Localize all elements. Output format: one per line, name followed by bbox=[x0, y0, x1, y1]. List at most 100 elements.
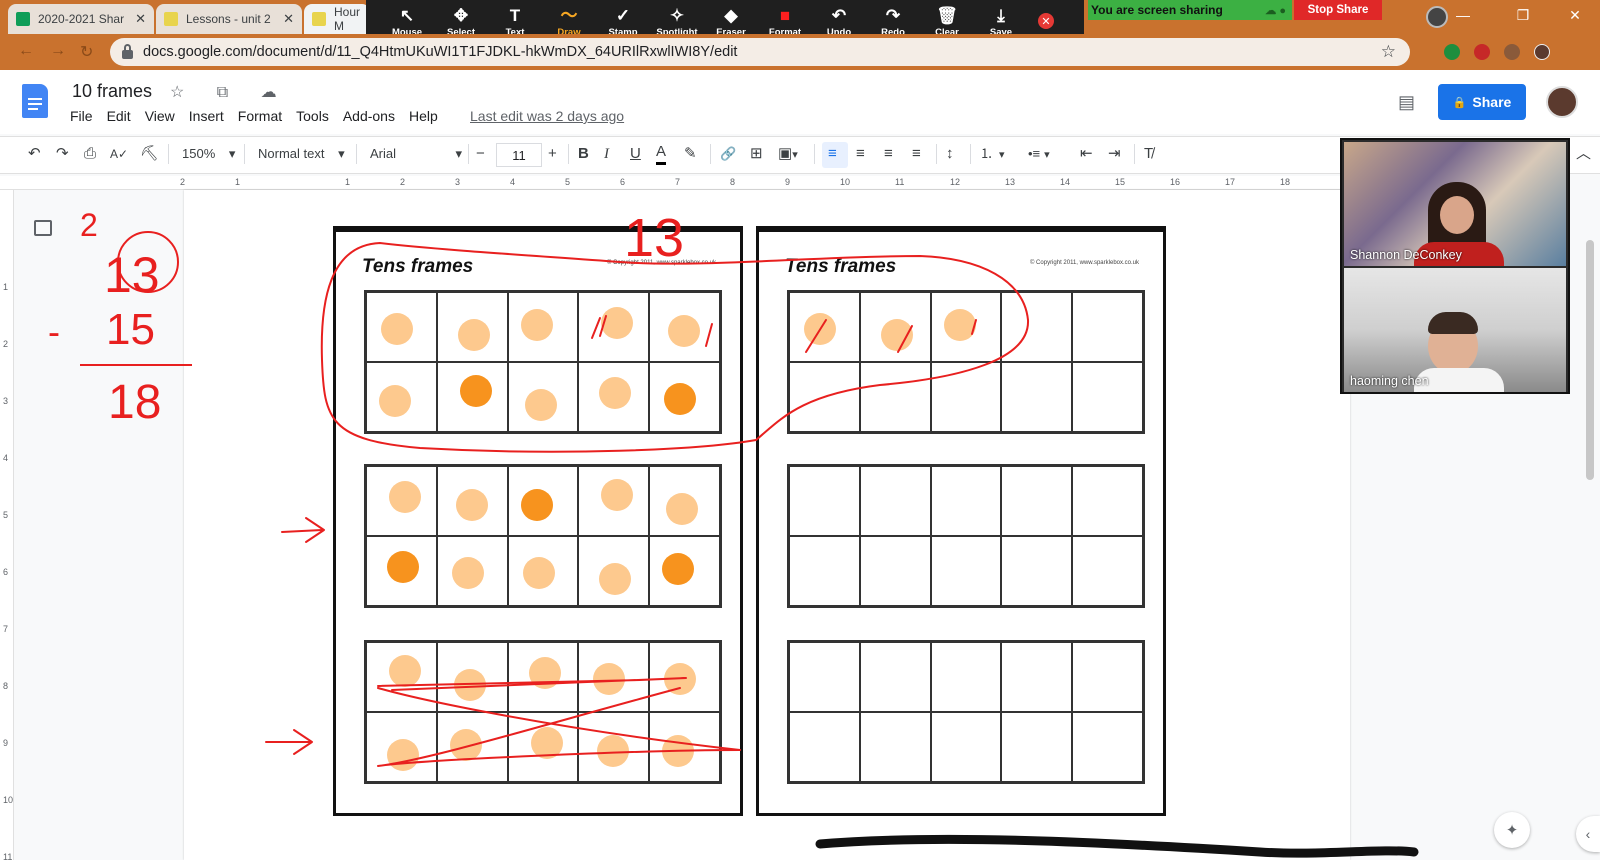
ten-frame-cell bbox=[649, 712, 720, 782]
undo-icon[interactable]: ↶ bbox=[28, 143, 41, 165]
extension-icon[interactable] bbox=[1444, 44, 1460, 60]
redo-icon[interactable]: ↷ bbox=[56, 143, 69, 165]
highlight-color-icon[interactable]: ✎ bbox=[684, 143, 697, 165]
zoom-redo-tool[interactable]: ↷ Redo bbox=[866, 5, 920, 38]
vertical-scrollbar[interactable] bbox=[1586, 240, 1594, 480]
paint-format-icon[interactable]: ⛏ bbox=[140, 143, 159, 165]
print-icon[interactable]: ⎙ bbox=[84, 143, 96, 165]
zoom-save-tool[interactable]: ⤓ Save bbox=[974, 5, 1028, 38]
align-right-icon[interactable]: ≡ bbox=[884, 143, 893, 165]
decrease-indent-icon[interactable]: ⇤ bbox=[1080, 143, 1093, 165]
back-icon[interactable]: ← bbox=[18, 42, 34, 60]
zoom-eraser-tool[interactable]: ◆ Eraser bbox=[704, 5, 758, 38]
close-annotation-icon[interactable]: ✕ bbox=[1038, 13, 1054, 29]
decrease-font-size-icon[interactable]: − bbox=[476, 143, 485, 165]
last-edit-link[interactable]: Last edit was 2 days ago bbox=[470, 108, 624, 124]
numbered-list-icon[interactable]: ⒈ ▾ bbox=[980, 143, 1005, 165]
align-center-icon[interactable]: ≡ bbox=[856, 143, 865, 165]
insert-link-icon[interactable]: 🔗 bbox=[720, 143, 736, 165]
zoom-mouse-tool[interactable]: ↖ Mouse bbox=[380, 5, 434, 38]
ruler-tick-label: 2 bbox=[400, 177, 406, 187]
counter-dot bbox=[597, 735, 630, 767]
zoom-spotlight-tool[interactable]: ✧ Spotlight bbox=[650, 5, 704, 38]
collapse-toolbar-icon[interactable]: ︿ bbox=[1576, 143, 1591, 165]
chevron-down-icon: ▾ bbox=[792, 149, 798, 161]
align-left-icon[interactable]: ≡ bbox=[828, 143, 837, 165]
ten-frame-cell bbox=[649, 642, 720, 712]
comment-history-icon[interactable]: ▤ bbox=[1398, 92, 1415, 113]
bold-icon[interactable]: B bbox=[578, 143, 589, 165]
reload-icon[interactable]: ↻ bbox=[80, 42, 93, 62]
menu-tools[interactable]: Tools bbox=[296, 108, 329, 124]
document-title[interactable]: 10 frames bbox=[72, 81, 152, 102]
tab-close-icon[interactable]: ✕ bbox=[135, 11, 146, 27]
title-actions-icon[interactable]: ☆ ⧉ ☁ bbox=[170, 82, 291, 102]
font-select[interactable]: Arial ▾ bbox=[370, 143, 462, 165]
spellcheck-icon[interactable]: A✓ bbox=[110, 143, 128, 165]
counter-dot bbox=[379, 385, 411, 417]
ten-frame-cell bbox=[649, 466, 720, 536]
menu-insert[interactable]: Insert bbox=[189, 108, 224, 124]
menu-view[interactable]: View bbox=[145, 108, 175, 124]
zoom-text-tool[interactable]: T Text bbox=[488, 5, 542, 38]
menu-help[interactable]: Help bbox=[409, 108, 438, 124]
restore-window-button[interactable]: ❐ bbox=[1500, 0, 1546, 30]
ruler-tick-label: 12 bbox=[950, 177, 961, 187]
forward-icon[interactable]: → bbox=[50, 42, 66, 60]
tab-close-icon[interactable]: ✕ bbox=[283, 11, 294, 27]
account-avatar[interactable] bbox=[1546, 86, 1578, 118]
line-spacing-icon[interactable]: ↕ bbox=[946, 143, 954, 165]
zoom-undo-tool[interactable]: ↶ Undo bbox=[812, 5, 866, 38]
ten-frame-cell bbox=[859, 536, 931, 606]
address-bar[interactable]: docs.google.com/document/d/11_Q4HtmUKuWI… bbox=[110, 38, 1410, 66]
extension-icon[interactable] bbox=[1504, 44, 1520, 60]
clear-formatting-icon[interactable]: T̸ bbox=[1144, 143, 1153, 165]
share-button[interactable]: 🔒 Share bbox=[1438, 84, 1526, 120]
bookmark-star-icon[interactable]: ☆ bbox=[1381, 42, 1396, 62]
text-color-icon[interactable]: A bbox=[656, 143, 667, 165]
zoom-draw-tool[interactable]: 〜 Draw bbox=[542, 5, 596, 38]
zoom-clear-tool[interactable]: 🗑 Clear bbox=[920, 5, 974, 38]
participant-video-tile[interactable]: haoming chen bbox=[1344, 268, 1566, 392]
bulleted-list-icon[interactable]: •≡ ▾ bbox=[1028, 143, 1050, 165]
increase-indent-icon[interactable]: ⇥ bbox=[1108, 143, 1121, 165]
participant-video-tile[interactable]: Shannon DeConkey bbox=[1344, 142, 1566, 266]
profile-avatar-icon[interactable] bbox=[1534, 44, 1550, 60]
counter-dot bbox=[599, 563, 632, 595]
ruler-tick-label: 7 bbox=[3, 624, 9, 634]
document-outline-icon[interactable] bbox=[34, 220, 52, 236]
zoom-select[interactable]: 150% ▾ bbox=[182, 143, 235, 165]
increase-font-size-icon[interactable]: + bbox=[548, 143, 557, 165]
ten-frame-cell bbox=[436, 466, 508, 536]
ruler-tick-label: 2 bbox=[180, 177, 186, 187]
add-comment-icon[interactable]: ⊞ bbox=[750, 143, 763, 165]
justify-icon[interactable]: ≡ bbox=[912, 143, 921, 165]
zoom-stamp-tool[interactable]: ✓ Stamp bbox=[596, 5, 650, 38]
insert-image-icon[interactable]: ▣▾ bbox=[778, 143, 798, 165]
underline-icon[interactable]: U bbox=[630, 143, 641, 165]
zoom-format-tool[interactable]: ■ Format bbox=[758, 5, 812, 38]
menu-edit[interactable]: Edit bbox=[107, 108, 131, 124]
zoom-select-tool[interactable]: ✥ Select bbox=[434, 5, 488, 38]
profile-dropdown-icon[interactable] bbox=[1426, 6, 1448, 28]
ten-frame-cell bbox=[789, 362, 860, 432]
menu-addons[interactable]: Add-ons bbox=[343, 108, 395, 124]
browser-tab-lessons[interactable]: Lessons - unit 2 ✕ bbox=[156, 4, 302, 34]
close-window-button[interactable]: ✕ bbox=[1552, 0, 1598, 30]
ten-frame-cell bbox=[436, 642, 508, 712]
italic-icon[interactable]: I bbox=[604, 143, 609, 165]
font-size-input[interactable]: 11 bbox=[496, 143, 542, 167]
ten-frame-cell bbox=[789, 712, 860, 782]
stop-share-button[interactable]: Stop Share bbox=[1294, 0, 1382, 20]
explore-assistant-button[interactable]: ✦ bbox=[1494, 812, 1530, 848]
screen-sharing-indicator[interactable]: You are screen sharing ☁ ● bbox=[1088, 0, 1292, 20]
browser-tab-sheets[interactable]: 2020-2021 Shar ✕ bbox=[8, 4, 154, 34]
side-panel-toggle-button[interactable]: ‹ bbox=[1576, 816, 1600, 852]
docs-logo-icon[interactable] bbox=[22, 84, 48, 118]
browser-tab-hour[interactable]: Hour M bbox=[304, 4, 370, 34]
menu-file[interactable]: File bbox=[70, 108, 93, 124]
stop-share-label: Stop Share bbox=[1307, 4, 1369, 16]
menu-format[interactable]: Format bbox=[238, 108, 282, 124]
paragraph-style-select[interactable]: Normal text ▾ bbox=[258, 143, 345, 165]
extension-icon[interactable] bbox=[1474, 44, 1490, 60]
